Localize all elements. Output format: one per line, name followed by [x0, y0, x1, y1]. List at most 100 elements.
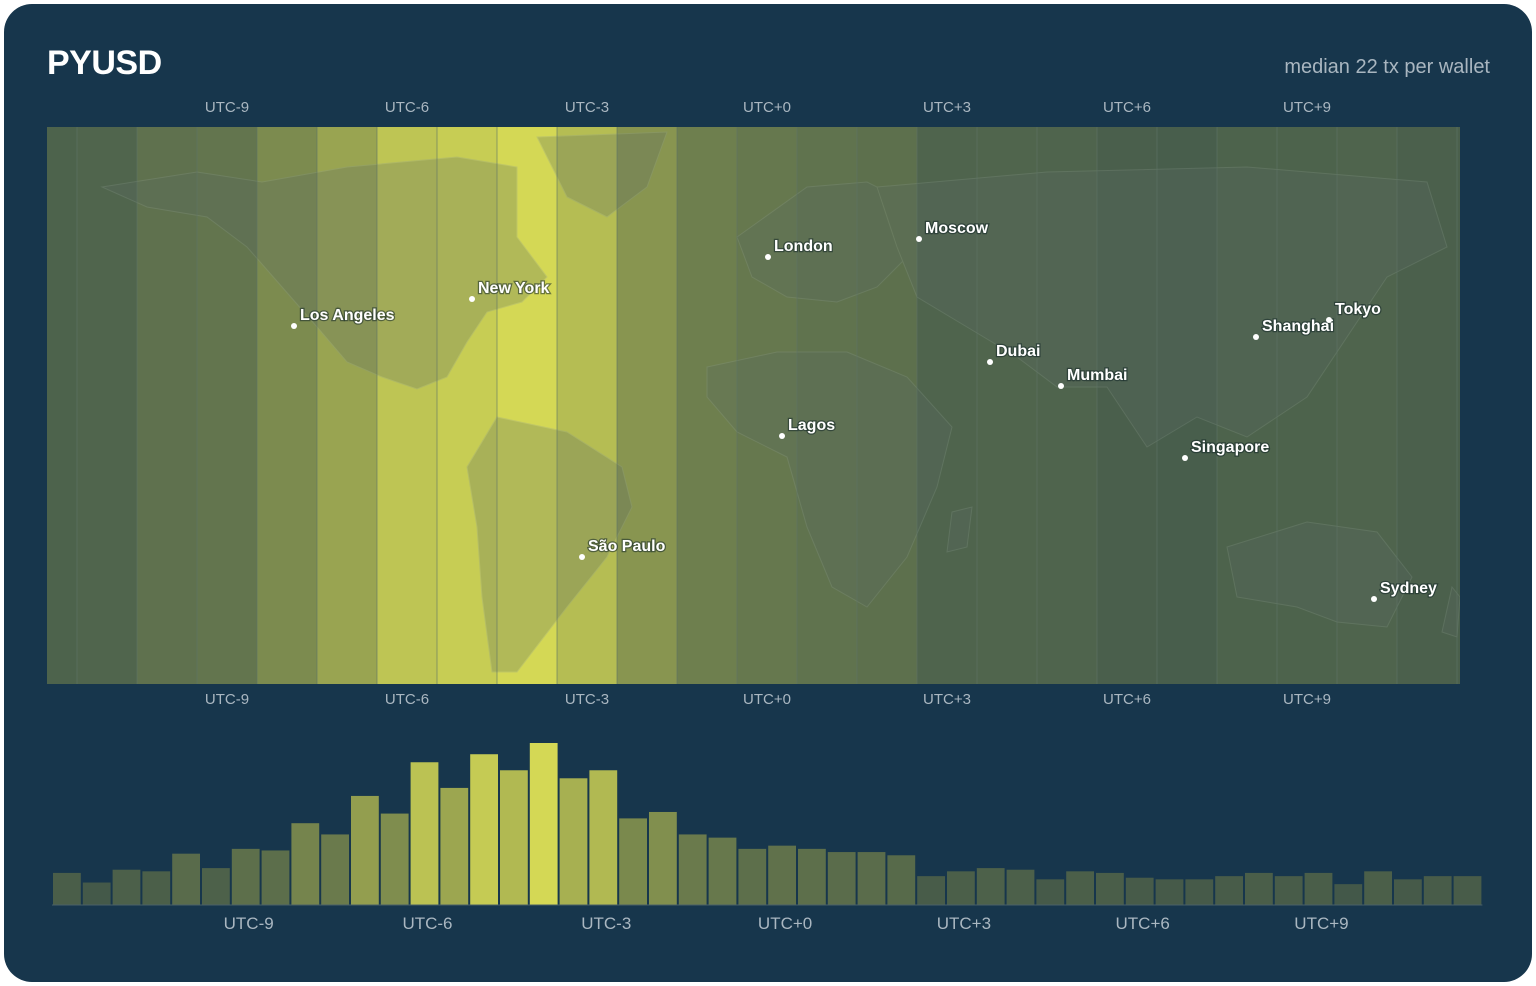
activity-histogram	[52, 743, 1483, 906]
histogram-bar	[976, 868, 1005, 905]
histogram-bar	[1155, 879, 1184, 905]
tz-tick-label: UTC-6	[384, 691, 430, 708]
hist-tick-label: UTC-9	[223, 914, 274, 933]
city-dot	[1371, 596, 1377, 602]
city-label: Los Angeles	[300, 307, 395, 324]
timezone-band	[617, 127, 677, 684]
hist-tick-label: UTC-3	[581, 914, 632, 933]
histogram-bar	[678, 834, 707, 905]
city-dot	[779, 433, 785, 439]
world-timezone-map: Los Angeles New York São Paulo London Moscow…	[47, 127, 1460, 684]
hist-tick-label: UTC+0	[757, 914, 813, 933]
histogram-bar	[1006, 869, 1035, 905]
histogram-bar	[500, 770, 528, 905]
histogram-bar	[917, 876, 945, 905]
histogram-bar	[440, 787, 469, 905]
histogram-bar	[1453, 876, 1482, 905]
timezone-activity-card: PYUSD median 22 tx per wallet UTC-9 UTC-…	[4, 4, 1532, 982]
histogram-bar	[82, 882, 111, 905]
city-dot	[579, 554, 585, 560]
hist-tick-label: UTC+9	[1294, 914, 1349, 933]
city-dot	[916, 236, 922, 242]
city-dot	[765, 254, 771, 260]
city-label: Moscow	[925, 220, 989, 237]
histogram-bars	[53, 743, 1482, 905]
histogram-bar	[708, 837, 737, 905]
histogram-bar	[1185, 879, 1214, 905]
histogram-bar	[649, 811, 677, 905]
histogram-bar	[798, 848, 826, 905]
histogram-bar	[53, 872, 81, 905]
city-dot	[987, 359, 993, 365]
city-label: Lagos	[788, 417, 835, 434]
city-dot	[1253, 334, 1259, 340]
tz-tick-label: UTC-3	[564, 99, 610, 116]
timezone-band	[47, 127, 77, 684]
histogram-bar	[142, 871, 171, 905]
city-label: Sydney	[1380, 580, 1437, 597]
histogram-bar	[321, 834, 349, 905]
card-title: PYUSD	[47, 44, 162, 82]
city-label: Dubai	[996, 343, 1040, 360]
histogram-bar	[1394, 879, 1422, 905]
histogram-bar	[947, 871, 975, 905]
histogram-bar	[1423, 876, 1452, 905]
tz-tick-label: UTC+0	[743, 691, 791, 708]
histogram-bar	[380, 813, 409, 905]
histogram-bar	[172, 853, 200, 905]
histogram-bar	[1066, 871, 1094, 905]
hist-tick-label: UTC+3	[936, 914, 992, 933]
city-label: London	[774, 238, 833, 255]
tz-tick-label: UTC+3	[923, 99, 971, 116]
histogram-bar	[351, 795, 379, 905]
hist-tick-label: UTC-6	[402, 914, 453, 933]
histogram-bar	[768, 845, 796, 905]
histogram-bar	[1274, 876, 1303, 905]
histogram-bar	[231, 848, 260, 905]
histogram-bar	[1215, 876, 1243, 905]
tz-tick-label: UTC-6	[384, 99, 430, 116]
histogram-bar	[202, 868, 230, 905]
tz-tick-label: UTC-9	[204, 99, 250, 116]
city-dot	[1058, 383, 1064, 389]
map-top-timezone-axis: UTC-9 UTC-6 UTC-3 UTC+0 UTC+3 UTC+6 UTC+…	[4, 99, 1532, 119]
histogram-bar	[827, 852, 856, 905]
histogram-bar	[1036, 879, 1065, 905]
histogram-timezone-axis: UTC-9 UTC-6 UTC-3 UTC+0 UTC+3 UTC+6 UTC+…	[4, 914, 1532, 934]
histogram-bar	[1364, 871, 1392, 905]
histogram-bar	[470, 754, 498, 905]
city-label: São Paulo	[588, 538, 666, 555]
histogram-bar	[1125, 877, 1154, 905]
map-canvas: Los Angeles New York São Paulo London Moscow…	[47, 127, 1460, 684]
histogram-bar	[738, 848, 767, 905]
city-label: Singapore	[1191, 439, 1269, 456]
histogram-bar	[410, 762, 439, 905]
map-bottom-timezone-axis: UTC-9 UTC-6 UTC-3 UTC+0 UTC+3 UTC+6 UTC+…	[4, 691, 1532, 711]
histogram-bar	[857, 852, 886, 905]
city-label: New York	[478, 280, 550, 297]
histogram-bar	[1304, 872, 1333, 905]
histogram-bar	[1334, 884, 1363, 905]
tz-tick-label: UTC+6	[1103, 99, 1151, 116]
tz-tick-label: UTC+6	[1103, 691, 1151, 708]
city-dot	[1326, 317, 1332, 323]
city-label: Tokyo	[1335, 301, 1381, 318]
card-subtitle: median 22 tx per wallet	[1284, 56, 1490, 78]
histogram-bar	[559, 778, 588, 905]
tz-tick-label: UTC-3	[564, 691, 610, 708]
city-dot	[1182, 455, 1188, 461]
histogram-bar	[112, 869, 141, 905]
histogram-bar	[291, 823, 320, 905]
histogram-bar	[619, 818, 647, 905]
histogram-bar	[1096, 872, 1124, 905]
tz-tick-label: UTC+3	[923, 691, 971, 708]
city-label: Shanghai	[1262, 318, 1334, 335]
histogram-bar	[529, 743, 558, 905]
tz-tick-label: UTC+9	[1283, 691, 1331, 708]
histogram-bar	[887, 855, 916, 905]
city-dot	[291, 323, 297, 329]
histogram-bar	[589, 770, 618, 905]
city-label: Mumbai	[1067, 367, 1127, 384]
histogram-bar	[261, 850, 290, 905]
hist-tick-label: UTC+6	[1115, 914, 1170, 933]
